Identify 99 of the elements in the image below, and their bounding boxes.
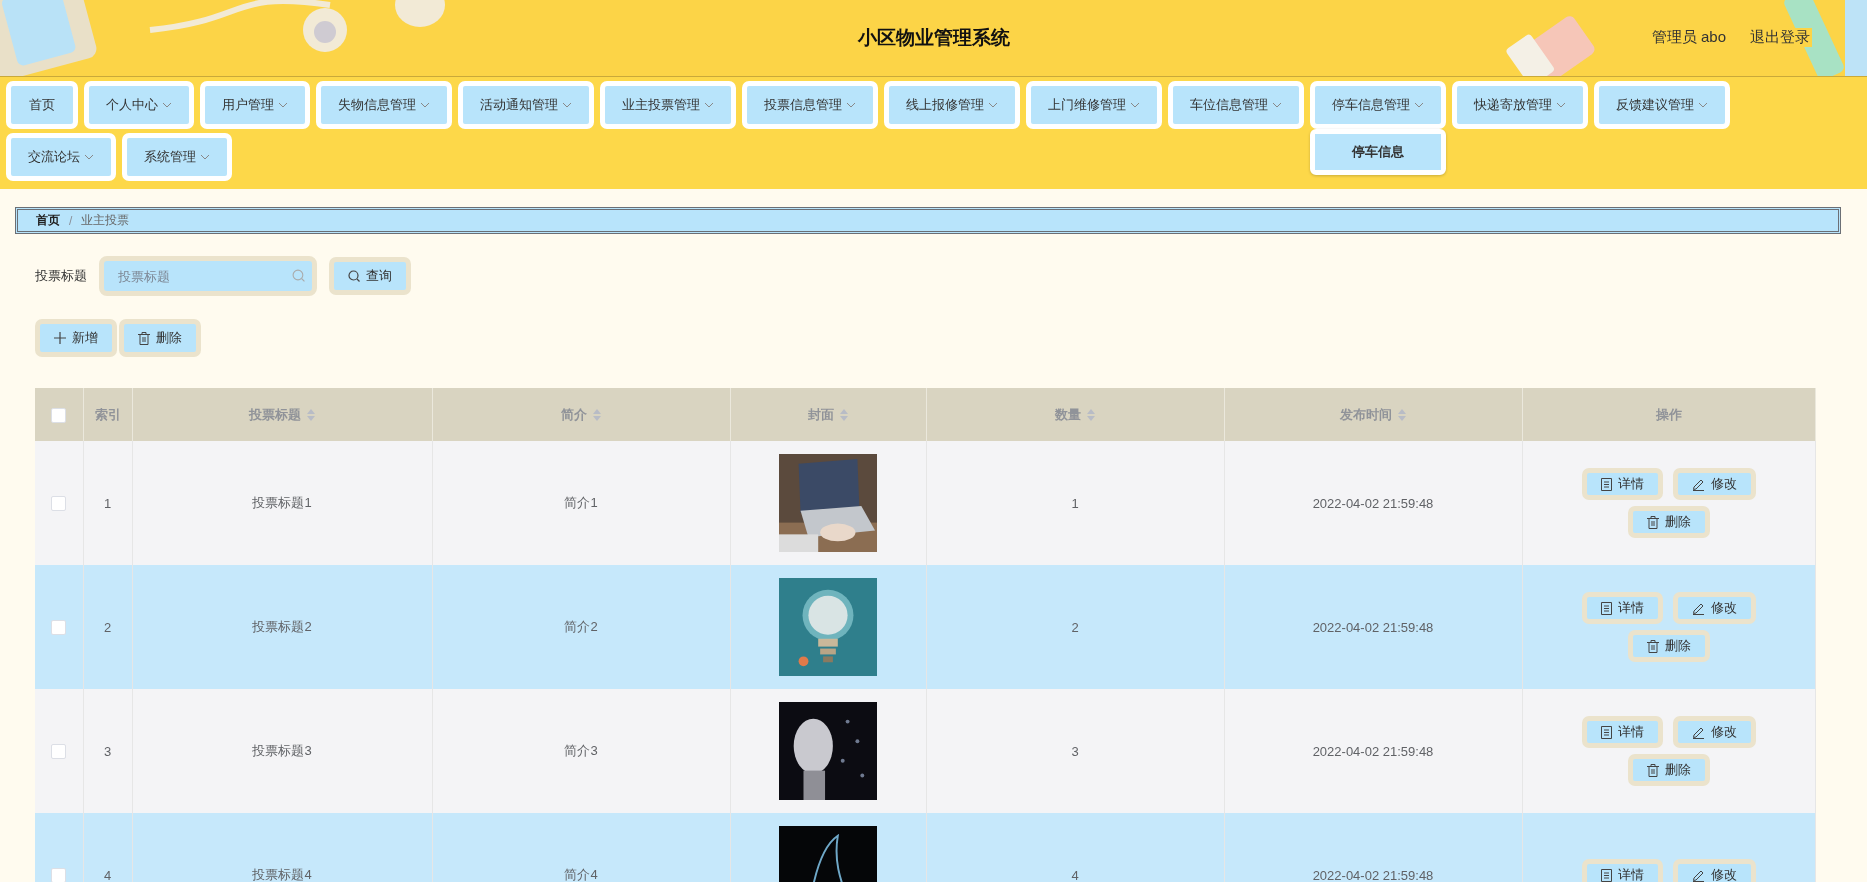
chevron-down-icon — [1556, 102, 1566, 108]
trash-icon — [1646, 763, 1659, 777]
nav-menu-item[interactable]: 系统管理 — [122, 133, 232, 181]
details-button[interactable]: 详情 — [1581, 592, 1663, 624]
table-cell: 投票标题3 — [252, 743, 312, 758]
nav-menu-item[interactable]: 线上报修管理 — [884, 81, 1020, 129]
table-cell: 投票标题4 — [252, 867, 312, 882]
dropdown-item[interactable]: 停车信息 — [1315, 134, 1441, 170]
breadcrumb-separator: / — [69, 213, 73, 228]
table-cell: 2022-04-02 21:59:48 — [1312, 495, 1434, 511]
chevron-down-icon — [1130, 102, 1140, 108]
row-checkbox[interactable] — [51, 620, 67, 636]
row-checkbox[interactable] — [51, 868, 67, 882]
breadcrumb-item: 业主投票 — [81, 212, 130, 229]
chevron-down-icon — [988, 102, 998, 108]
table-cell: 3 — [1071, 743, 1079, 759]
table-cell: 投票标题1 — [252, 495, 312, 510]
nav-menu-item[interactable]: 上门维修管理 — [1026, 81, 1162, 129]
document-icon — [1600, 477, 1612, 491]
nav-menu-item[interactable]: 失物信息管理 — [316, 81, 452, 129]
table-cell: 简介1 — [564, 495, 598, 510]
sort-icon[interactable] — [307, 408, 315, 421]
search-icon — [348, 270, 360, 282]
search-icon — [292, 269, 305, 282]
logout-link[interactable]: 退出登录 — [1748, 28, 1812, 47]
row-checkbox[interactable] — [51, 496, 67, 512]
details-button[interactable]: 详情 — [1581, 468, 1663, 500]
nav-menu-item[interactable]: 投票信息管理 — [742, 81, 878, 129]
sort-icon[interactable] — [840, 408, 848, 421]
pencil-icon — [1691, 725, 1705, 739]
sort-icon[interactable] — [1398, 408, 1406, 421]
nav-menu-item[interactable]: 反馈建议管理 — [1594, 81, 1730, 129]
chevron-down-icon — [420, 102, 430, 108]
nav-menu-item[interactable]: 用户管理 — [200, 81, 310, 129]
nav-menu-item[interactable]: 活动通知管理 — [458, 81, 594, 129]
column-header: 索引 — [94, 405, 121, 424]
details-button[interactable]: 详情 — [1581, 859, 1663, 882]
nav-menu-item[interactable]: 停车信息管理 — [1310, 81, 1446, 129]
pencil-icon — [1691, 477, 1705, 491]
chevron-down-icon — [1698, 102, 1708, 108]
chevron-down-icon — [1414, 102, 1424, 108]
nav-menu-item[interactable]: 个人中心 — [84, 81, 194, 129]
delete-button[interactable]: 删除 — [1627, 754, 1710, 786]
table-cell: 投票标题2 — [252, 619, 312, 634]
search-label: 投票标题 — [35, 267, 87, 285]
chevron-down-icon — [704, 102, 714, 108]
chevron-down-icon — [1272, 102, 1282, 108]
select-all-checkbox[interactable] — [51, 407, 67, 423]
add-button[interactable]: 新增 — [35, 319, 117, 357]
edit-button[interactable]: 修改 — [1672, 592, 1756, 624]
table-cell: 简介2 — [564, 619, 598, 634]
delete-button[interactable]: 删除 — [1627, 506, 1710, 538]
pencil-icon — [1691, 868, 1705, 882]
row-checkbox[interactable] — [51, 744, 67, 760]
table-cell: 2 — [103, 619, 112, 635]
pencil-icon — [1691, 601, 1705, 615]
column-header: 操作 — [1655, 405, 1682, 424]
sort-icon[interactable] — [593, 408, 601, 421]
document-icon — [1600, 868, 1612, 882]
nav-menu-item[interactable]: 快递寄放管理 — [1452, 81, 1588, 129]
chevron-down-icon — [562, 102, 572, 108]
table-cell: 简介4 — [564, 867, 598, 882]
table-cell: 4 — [103, 867, 112, 882]
edit-button[interactable]: 修改 — [1672, 859, 1756, 882]
breadcrumb-item[interactable]: 首页 — [36, 212, 60, 229]
table-cell: 2 — [1071, 619, 1079, 635]
nav-menu-item[interactable]: 首页 — [6, 81, 78, 129]
chevron-down-icon — [846, 102, 856, 108]
table-cell: 1 — [103, 495, 112, 511]
table-cell: 2022-04-02 21:59:48 — [1312, 743, 1434, 759]
details-button[interactable]: 详情 — [1581, 716, 1663, 748]
search-field[interactable]: 投票标题 — [99, 256, 317, 296]
nav-menu-item[interactable]: 交流论坛 — [6, 133, 116, 181]
search-button[interactable]: 查询 — [329, 257, 411, 295]
document-icon — [1600, 725, 1612, 739]
nav-menu-item[interactable]: 业主投票管理 — [600, 81, 736, 129]
table-cell: 4 — [1071, 867, 1079, 882]
trash-icon — [1646, 639, 1659, 653]
edit-button[interactable]: 修改 — [1672, 716, 1756, 748]
user-name: 管理员 abo — [1649, 28, 1728, 47]
chevron-down-icon — [162, 102, 172, 108]
edit-button[interactable]: 修改 — [1672, 468, 1756, 500]
document-icon — [1600, 601, 1612, 615]
trash-icon — [1646, 515, 1659, 529]
chevron-down-icon — [200, 154, 210, 160]
table-cell: 2022-04-02 21:59:48 — [1312, 867, 1434, 882]
delete-button[interactable]: 删除 — [119, 319, 201, 357]
table-cell: 1 — [1071, 495, 1079, 511]
plus-icon — [54, 332, 66, 344]
table-cell: 简介3 — [564, 743, 598, 758]
sort-icon[interactable] — [1087, 408, 1095, 421]
delete-button[interactable]: 删除 — [1627, 630, 1710, 662]
nav-menu-item[interactable]: 车位信息管理 — [1168, 81, 1304, 129]
trash-icon — [138, 331, 150, 345]
table-cell: 3 — [103, 743, 112, 759]
table-cell: 2022-04-02 21:59:48 — [1312, 619, 1434, 635]
app-title: 小区物业管理系统 — [857, 26, 1010, 50]
chevron-down-icon — [84, 154, 94, 160]
chevron-down-icon — [278, 102, 288, 108]
